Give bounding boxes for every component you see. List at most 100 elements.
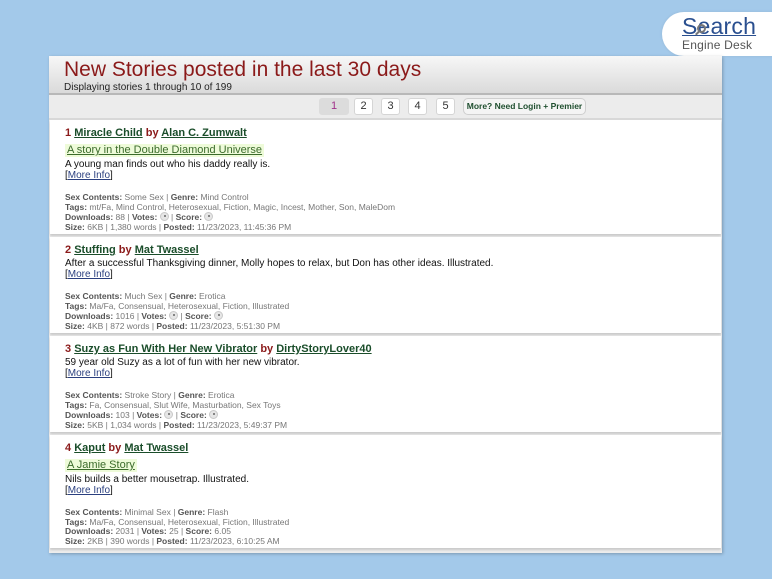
- votes-label: Votes:: [136, 410, 163, 420]
- genre-value: Erotica: [199, 291, 226, 301]
- posted-label: Posted:: [163, 419, 195, 430]
- genre-label: Genre:: [178, 390, 206, 400]
- downloads-value: 2031: [115, 526, 135, 536]
- story-title-link[interactable]: Kaput: [74, 442, 105, 454]
- story-list: 1 Miracle Child by Alan C. Zumwalt A sto…: [49, 120, 722, 548]
- more-info-link[interactable]: More Info: [68, 485, 110, 496]
- more-info: [More Info]: [65, 368, 113, 379]
- story-title-line: 4 Kaput by Mat Twassel: [65, 441, 721, 455]
- sex-contents-value: Much Sex: [124, 291, 163, 301]
- score-label: Score:: [175, 212, 203, 222]
- more-pages-button[interactable]: More? Need Login + Premier: [463, 98, 586, 115]
- score-label: Score:: [180, 410, 207, 420]
- page-1-button[interactable]: 1: [319, 98, 349, 115]
- sex-contents-value: Some Sex: [124, 192, 164, 202]
- downloads-value: 1016: [115, 311, 135, 321]
- genre-label: Genre:: [170, 192, 199, 202]
- story-item-3: 3 Suzy as Fun With Her New Vibrator by D…: [50, 336, 721, 432]
- story-description: A young man finds out who his daddy real…: [65, 159, 271, 170]
- story-title-link[interactable]: Suzy as Fun With Her New Vibrator: [74, 343, 257, 355]
- meta-size-row: Size: 2KB | 390 words | Posted: 11/23/20…: [65, 535, 280, 546]
- tags-value: Ma/Fa, Consensual, Heterosexual, Fiction…: [89, 516, 290, 527]
- votes-unrated-icon: [159, 212, 169, 221]
- page-header: New Stories posted in the last 30 days D…: [49, 56, 722, 95]
- score-value: 6.05: [214, 526, 231, 536]
- page-4-button[interactable]: 4: [408, 98, 427, 115]
- votes-label: Votes:: [141, 526, 167, 536]
- story-meta: Sex Contents: Minimal Sex | Genre: Flash…: [65, 507, 721, 546]
- votes-value: [169, 311, 179, 321]
- tags-label: Tags:: [65, 516, 88, 527]
- posted-label: Posted:: [156, 535, 188, 546]
- more-info-link[interactable]: More Info: [68, 269, 110, 280]
- sex-contents-value: Stroke Story: [124, 390, 172, 400]
- tags-value: Ma/Fa, Consensual, Heterosexual, Fiction…: [89, 300, 290, 311]
- logo-line1: Search: [682, 13, 757, 39]
- sex-contents-value: Minimal Sex: [124, 507, 171, 517]
- pagination: 1 2 3 4 5 More? Need Login + Premier: [49, 95, 722, 120]
- more-info: [More Info]: [65, 170, 113, 181]
- story-number: 1: [65, 127, 72, 139]
- score-unrated-icon: [204, 212, 214, 221]
- votes-label: Votes:: [131, 212, 158, 222]
- series-link[interactable]: A story in the Double Diamond Universe: [65, 144, 265, 157]
- story-description: After a successful Thanksgiving dinner, …: [65, 258, 494, 269]
- genre-value: Mind Control: [200, 192, 249, 202]
- more-info-link[interactable]: More Info: [68, 368, 110, 379]
- by-label: by: [145, 127, 159, 139]
- more-info-link[interactable]: More Info: [68, 170, 110, 181]
- genre-label: Genre:: [169, 291, 197, 301]
- story-number: 2: [65, 244, 72, 256]
- story-item-2: 2 Stuffing by Mat Twassel After a succes…: [50, 237, 721, 333]
- story-title-link[interactable]: Miracle Child: [74, 127, 142, 139]
- downloads-label: Downloads:: [65, 311, 114, 321]
- genre-value: Flash: [207, 507, 229, 517]
- votes-unrated-icon: [164, 410, 174, 419]
- author-link[interactable]: DirtyStoryLover40: [276, 343, 371, 355]
- author-link[interactable]: Mat Twassel: [124, 442, 188, 454]
- downloads-label: Downloads:: [65, 526, 114, 536]
- page-title: New Stories posted in the last 30 days: [64, 58, 422, 81]
- score-unrated-icon: [213, 311, 223, 320]
- votes-label: Votes:: [141, 311, 167, 321]
- posted-value: 11/23/2023, 11:45:36 PM: [197, 221, 292, 232]
- downloads-value: 88: [115, 212, 126, 222]
- story-number: 3: [65, 343, 72, 355]
- sex-contents-label: Sex Contents:: [65, 192, 123, 202]
- sex-contents-label: Sex Contents:: [65, 390, 123, 400]
- more-info: [More Info]: [65, 485, 113, 496]
- page-5-button[interactable]: 5: [436, 98, 455, 115]
- meta-size-row: Size: 4KB | 872 words | Posted: 11/23/20…: [65, 320, 281, 331]
- size-value: 6KB: [87, 221, 104, 232]
- size-value: 4KB: [87, 320, 104, 331]
- series-row: A story in the Double Diamond Universe: [65, 140, 721, 158]
- page-2-button[interactable]: 2: [354, 98, 373, 115]
- score-unrated-icon: [209, 410, 219, 419]
- downloads-value: 103: [115, 410, 130, 420]
- votes-value: [164, 410, 174, 420]
- size-value: 5KB: [87, 419, 104, 430]
- size-label: Size:: [65, 419, 85, 430]
- story-title-link[interactable]: Stuffing: [74, 244, 116, 256]
- word-count: 1,380 words: [110, 221, 157, 232]
- size-label: Size:: [65, 221, 85, 232]
- magnifier-icon: [697, 24, 706, 33]
- by-label: by: [118, 244, 132, 256]
- page-3-button[interactable]: 3: [381, 98, 400, 115]
- word-count: 872 words: [110, 320, 150, 331]
- series-link[interactable]: A Jamie Story: [65, 459, 137, 472]
- posted-label: Posted:: [156, 320, 188, 331]
- posted-value: 11/23/2023, 6:10:25 AM: [189, 535, 280, 546]
- logo-line2: Engine Desk: [682, 38, 753, 52]
- story-title-line: 2 Stuffing by Mat Twassel: [65, 243, 721, 257]
- tags-label: Tags:: [65, 399, 88, 410]
- author-link[interactable]: Mat Twassel: [135, 244, 199, 256]
- story-item-4: 4 Kaput by Mat Twassel A Jamie Story Nil…: [50, 435, 721, 548]
- score-label: Score:: [185, 311, 212, 321]
- author-link[interactable]: Alan C. Zumwalt: [161, 127, 247, 139]
- sex-contents-label: Sex Contents:: [65, 507, 123, 517]
- word-count: 1,034 words: [110, 419, 157, 430]
- meta-tags-row: Tags: mt/Fa, Mind Control, Heterosexual,…: [65, 202, 721, 213]
- score-value: [213, 311, 223, 321]
- size-label: Size:: [65, 535, 85, 546]
